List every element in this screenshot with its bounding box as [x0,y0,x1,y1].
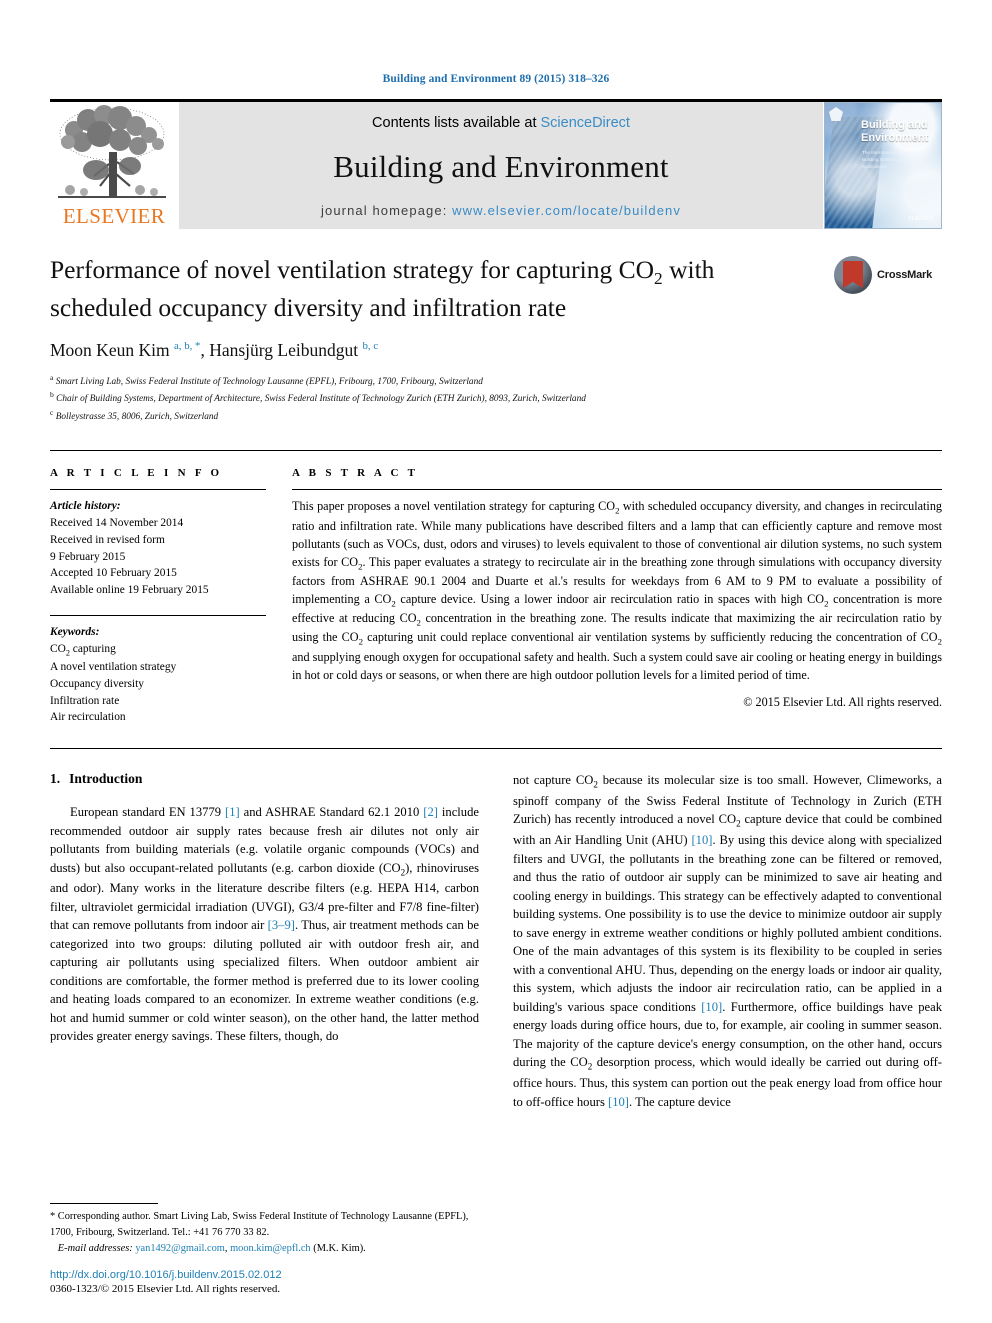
journal-homepage-line: journal homepage: www.elsevier.com/locat… [321,203,681,218]
crossmark-label: CrossMark [877,269,933,281]
affiliation-item: b Chair of Building Systems, Department … [50,389,942,407]
issn-copyright-line: 0360-1323/© 2015 Elsevier Ltd. All right… [50,1283,281,1295]
keywords-block: Keywords: CO2 capturing A novel ventilat… [50,624,266,726]
title-subscript: 2 [654,269,663,289]
abstract-heading: A B S T R A C T [292,467,419,480]
email-link-1[interactable]: yan1492@gmail.com [135,1243,225,1254]
keyword-item: Air recirculation [50,711,126,724]
body-columns: 1. Introduction European standard EN 1377… [50,748,942,1111]
doi-link[interactable]: http://dx.doi.org/10.1016/j.buildenv.201… [50,1269,479,1281]
journal-masthead: ELSEVIER Contents lists available at Sci… [50,99,942,229]
contents-available-line: Contents lists available at ScienceDirec… [372,115,630,131]
divider [50,489,266,491]
journal-cover-thumbnail: Building and Environment The Internation… [824,102,942,229]
abstract-copyright: © 2015 Elsevier Ltd. All rights reserved… [743,694,942,709]
cover-publisher-text: ELSEVIER [908,216,933,222]
cover-title-line1: Building and [861,119,928,131]
keyword-item: Occupancy diversity [50,677,144,690]
section-heading-introduction: 1. Introduction [50,771,479,787]
paragraph: European standard EN 13779 [1] and ASHRA… [50,805,479,1044]
keywords-label: Keywords: [50,625,100,638]
divider [50,614,266,616]
paragraph: not capture CO2 because its molecular si… [513,773,942,1109]
keyword-item: A novel ventilation strategy [50,660,177,673]
affiliation-item: c Bolleystrasse 35, 8006, Zurich, Switze… [50,407,942,425]
elsevier-logo: ELSEVIER [50,102,178,229]
corresponding-author-note: * Corresponding author. Smart Living Lab… [50,1211,469,1238]
journal-homepage-link[interactable]: www.elsevier.com/locate/buildenv [452,203,681,218]
author-list: Moon Keun Kim a, b, *, Hansjürg Leibundg… [50,339,379,360]
title-part-1: Performance of novel ventilation strateg… [50,255,655,284]
page-title: Performance of novel ventilation strateg… [50,253,942,324]
history-item: Accepted 10 February 2015 [50,567,177,580]
info-abstract-row: A R T I C L E I N F O Article history: R… [50,450,942,726]
running-head: Building and Environment 89 (2015) 318–3… [382,73,610,85]
footnote-divider [50,1203,158,1205]
section-title: Introduction [69,771,143,787]
email-label: E-mail addresses: [57,1242,133,1254]
affiliation-text: Bolleystrasse 35, 8006, Zurich, Switzerl… [55,411,219,422]
footnote-block: * Corresponding author. Smart Living Lab… [50,1203,479,1295]
homepage-prefix: journal homepage: [321,203,453,218]
affiliation-marker: b [50,390,54,400]
article-info-column: A R T I C L E I N F O Article history: R… [50,467,266,726]
affiliation-text: Smart Living Lab, Swiss Federal Institut… [55,376,483,387]
history-item: Received in revised form [50,533,165,546]
abstract-column: A B S T R A C T This paper proposes a no… [292,467,942,726]
journal-title: Building and Environment [333,149,669,184]
body-right-column: not capture CO2 because its molecular si… [513,771,942,1111]
cover-title-line2: Environment [861,131,929,144]
article-history-block: Article history: Received 14 November 20… [50,498,266,599]
article-history-label: Article history: [50,500,121,513]
keyword-item: Infiltration rate [50,694,120,707]
keyword-item: CO2 capturing [50,642,116,657]
article-page: Building and Environment 89 (2015) 318–3… [0,0,992,1323]
affiliation-text: Chair of Building Systems, Department of… [56,394,586,405]
email-suffix: (M.K. Kim). [313,1242,366,1254]
history-item: 9 February 2015 [50,550,126,563]
cover-title: Building and Environment [861,119,937,144]
article-info-heading: A R T I C L E I N F O [50,467,223,480]
sciencedirect-link[interactable]: ScienceDirect [541,115,630,131]
crossmark-badge[interactable]: CrossMark [834,255,942,295]
masthead-center-panel: Contents lists available at ScienceDirec… [178,102,824,229]
elsevier-wordmark: ELSEVIER [62,204,166,228]
affiliation-marker: a [50,372,54,382]
abstract-text: This paper proposes a novel ventilation … [292,499,943,682]
email-addresses-line: E-mail addresses: yan1492@gmail.com, moo… [50,1241,479,1256]
divider [292,489,942,491]
history-item: Available online 19 February 2015 [50,584,209,597]
affiliation-marker: c [50,407,54,417]
title-block: CrossMark Performance of novel ventilati… [50,253,942,424]
affiliation-item: a Smart Living Lab, Swiss Federal Instit… [50,372,942,390]
email-link-2[interactable]: moon.kim@epfl.ch [230,1243,311,1254]
section-number: 1. [50,771,61,787]
contents-prefix: Contents lists available at [372,115,541,131]
elsevier-tree-icon [58,105,166,198]
cover-subtitle: The International Journal of Building Sc… [862,150,918,169]
affiliations: a Smart Living Lab, Swiss Federal Instit… [50,372,942,425]
crossmark-logo-icon [834,256,872,294]
body-left-column: 1. Introduction European standard EN 1377… [50,771,479,1111]
history-item: Received 14 November 2014 [50,517,184,530]
